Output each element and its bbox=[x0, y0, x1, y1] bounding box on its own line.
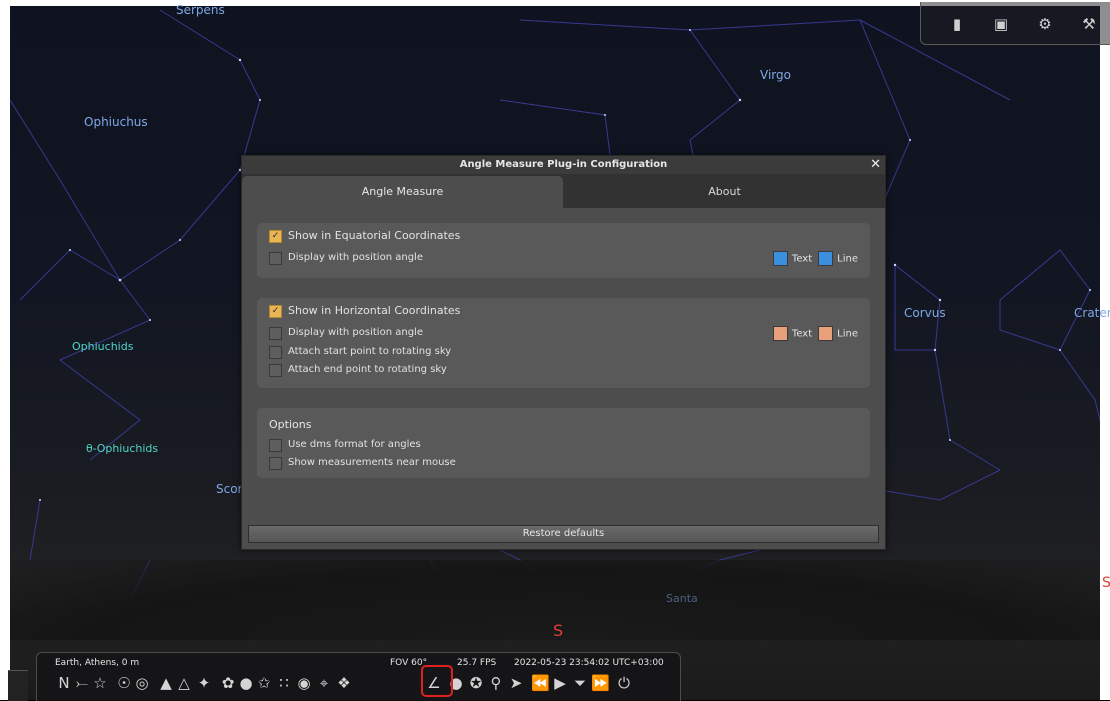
constellation-label-santa: Santa bbox=[666, 592, 698, 605]
equatorial-text-color-button[interactable] bbox=[772, 251, 788, 266]
top-right-toolbar: ▮ ▣ ⚙ ⚒ bbox=[920, 2, 1110, 45]
azimuthal-grid-icon[interactable]: ◎ bbox=[133, 674, 151, 692]
horizontal-line-color-button[interactable] bbox=[818, 326, 834, 341]
constellation-labels-icon[interactable]: ⤚ bbox=[73, 674, 91, 692]
attach-end-point-checkbox[interactable]: Attach end point to rotating sky bbox=[269, 363, 447, 377]
checkmark-icon: ✓ bbox=[269, 304, 282, 318]
tab-about[interactable]: About bbox=[564, 176, 885, 208]
constellation-label-ophiuchus: Ophiuchus bbox=[84, 115, 148, 129]
scope-icon[interactable]: ➤ bbox=[507, 674, 525, 692]
meteor-shower-ophiuchids: Ophiuchids bbox=[72, 340, 134, 353]
constellation-art-icon[interactable]: ☆ bbox=[91, 674, 109, 692]
checkmark-icon: ✓ bbox=[269, 229, 282, 243]
window-border-left bbox=[0, 0, 10, 700]
horizontal-group: ✓ Show in Horizontal Coordinates Display … bbox=[257, 298, 870, 388]
fast-forward-icon[interactable]: ⏩ bbox=[591, 674, 610, 692]
options-group: Options Use dms format for angles Show m… bbox=[257, 408, 870, 478]
tab-angle-measure[interactable]: Angle Measure bbox=[242, 176, 563, 208]
horizontal-text-color-button[interactable] bbox=[772, 326, 788, 341]
window-border-right bbox=[1100, 0, 1110, 700]
left-edge-panel bbox=[8, 670, 28, 701]
exoplanets-icon[interactable]: ✪ bbox=[467, 674, 485, 692]
near-mouse-checkbox[interactable]: Show measurements near mouse bbox=[269, 456, 456, 470]
eye-icon[interactable]: ◉ bbox=[295, 674, 313, 692]
dms-format-checkbox[interactable]: Use dms format for angles bbox=[269, 438, 421, 452]
restore-defaults-button[interactable]: Restore defaults bbox=[248, 525, 879, 543]
angle-measure-config-dialog: Angle Measure Plug-in Configuration ✕ An… bbox=[241, 155, 886, 550]
equatorial-group: ✓ Show in Equatorial Coordinates Display … bbox=[257, 223, 870, 278]
rewind-icon[interactable]: ⏪ bbox=[531, 674, 550, 692]
satellites-icon[interactable]: ✩ bbox=[255, 674, 273, 692]
compass-marks-icon[interactable]: ❖ bbox=[335, 674, 353, 692]
dialog-title[interactable]: Angle Measure Plug-in Configuration bbox=[242, 156, 885, 174]
constellation-lines-icon[interactable]: N bbox=[55, 674, 73, 692]
constellation-label-virgo: Virgo bbox=[760, 68, 791, 82]
equatorial-color-swatches: Text Line bbox=[767, 251, 858, 266]
options-title: Options bbox=[269, 418, 312, 431]
equatorial-position-angle-checkbox[interactable]: Display with position angle bbox=[269, 251, 423, 265]
angle-measure-highlight bbox=[421, 665, 453, 697]
constellation-label-crater: Crater bbox=[1074, 306, 1110, 320]
center-object-icon[interactable]: ∷ bbox=[275, 674, 293, 692]
cardinal-south: S bbox=[553, 621, 564, 640]
gear-wheel-icon[interactable]: ⚙ bbox=[1037, 16, 1053, 32]
play-icon[interactable]: ▶ bbox=[551, 674, 569, 692]
horizontal-position-angle-checkbox[interactable]: Display with position angle bbox=[269, 326, 423, 340]
wrench-icon[interactable]: ⚒ bbox=[1081, 16, 1097, 32]
equatorial-grid-icon[interactable]: ☉ bbox=[115, 674, 133, 692]
close-icon[interactable]: ✕ bbox=[870, 157, 881, 172]
attach-start-point-checkbox[interactable]: Attach start point to rotating sky bbox=[269, 345, 451, 359]
deep-sky-icon[interactable]: ✿ bbox=[219, 674, 237, 692]
cardinal-south-edge: S bbox=[1102, 575, 1110, 591]
ground-icon[interactable]: ▲ bbox=[157, 674, 175, 692]
show-horizontal-checkbox[interactable]: ✓ Show in Horizontal Coordinates bbox=[269, 304, 460, 318]
search-icon[interactable]: ⚲ bbox=[487, 674, 505, 692]
datetime-status[interactable]: 2022-05-23 23:54:02 UTC+03:00 bbox=[514, 658, 664, 668]
constellation-label-corvus: Corvus bbox=[904, 306, 946, 320]
meteor-shower-theta-ophiuchids: θ-Ophiuchids bbox=[86, 442, 159, 455]
atmosphere-icon[interactable]: △ bbox=[175, 674, 193, 692]
power-icon[interactable]: ⏻ bbox=[615, 674, 633, 692]
horizontal-color-swatches: Text Line bbox=[767, 326, 858, 341]
location-status[interactable]: Earth, Athens, 0 m bbox=[55, 658, 139, 668]
tab-bar: Angle Measure About bbox=[242, 174, 885, 208]
cardinal-points-icon[interactable]: ✦ bbox=[195, 674, 213, 692]
bottom-toolbar: Earth, Athens, 0 m FOV 60° 25.7 FPS 2022… bbox=[36, 652, 681, 701]
fps-status: 25.7 FPS bbox=[457, 658, 497, 668]
fullscreen-icon[interactable]: ⌖ bbox=[315, 674, 333, 692]
planet-labels-icon[interactable]: ● bbox=[237, 674, 255, 692]
current-time-icon[interactable]: ⏷ bbox=[571, 674, 589, 692]
clock-icon[interactable]: ▮ bbox=[949, 16, 965, 32]
show-equatorial-checkbox[interactable]: ✓ Show in Equatorial Coordinates bbox=[269, 229, 460, 243]
screen-icon[interactable]: ▣ bbox=[993, 16, 1009, 32]
equatorial-line-color-button[interactable] bbox=[818, 251, 834, 266]
constellation-label-serpens: Serpens bbox=[176, 3, 225, 17]
